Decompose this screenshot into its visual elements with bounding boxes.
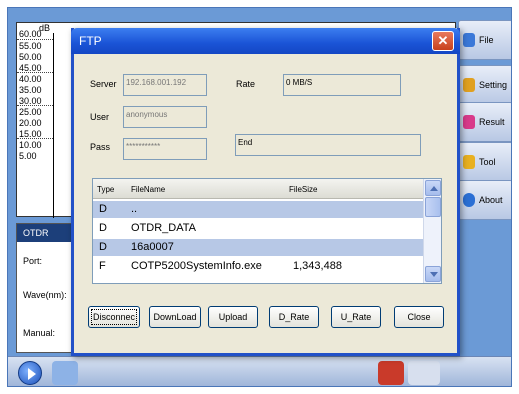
user-label: User: [90, 112, 110, 122]
y-tick-label: 10.00: [19, 140, 42, 150]
ftp-dialog: FTP ✕ Server 192.168.001.192 Rate 0 MB/S…: [71, 28, 460, 356]
row-type: D: [99, 222, 107, 234]
row-filename: COTP5200SystemInfo.exe: [131, 260, 262, 272]
dialog-titlebar[interactable]: FTP ✕: [71, 28, 460, 54]
disconnect-button[interactable]: Disconnec: [88, 306, 140, 328]
server-field[interactable]: 192.168.001.192: [123, 74, 207, 96]
port-label: Port:: [23, 256, 43, 266]
close-button[interactable]: Close: [394, 306, 444, 328]
y-tick-label: 25.00: [19, 107, 42, 117]
rate-label: Rate: [236, 79, 256, 89]
status-field: End: [235, 134, 421, 156]
menu-label: File: [479, 35, 494, 45]
taskbar: [8, 356, 511, 386]
wave-label: Wave(nm):: [23, 290, 67, 300]
file-row[interactable]: D ..: [93, 201, 423, 218]
column-type[interactable]: Type: [97, 185, 114, 194]
y-tick-label: 60.00: [19, 29, 42, 39]
y-axis-line: [53, 33, 54, 218]
scroll-thumb[interactable]: [425, 197, 441, 217]
menu-about-button[interactable]: About: [458, 180, 511, 220]
gridline: [17, 138, 53, 139]
download-button[interactable]: DownLoad: [149, 306, 201, 328]
gridline: [17, 105, 53, 106]
manual-label: Manual:: [23, 328, 56, 338]
row-type: F: [99, 260, 106, 272]
row-type: D: [99, 241, 107, 253]
tool-icon: [463, 155, 475, 169]
file-list[interactable]: Type FileName FileSize D .. D OTDR_DATA …: [92, 178, 442, 284]
menu-setting-button[interactable]: Setting: [458, 65, 511, 105]
y-tick-label: 50.00: [19, 52, 42, 62]
server-label: Server: [90, 79, 117, 89]
scroll-up-icon[interactable]: [425, 180, 441, 196]
start-icon[interactable]: [18, 361, 42, 385]
side-menu: File Setting Result Tool About: [458, 18, 511, 308]
row-filename: ..: [131, 203, 138, 215]
y-tick-label: 55.00: [19, 41, 42, 51]
u-rate-button[interactable]: U_Rate: [331, 306, 381, 328]
gridline: [17, 72, 53, 73]
column-filesize[interactable]: FileSize: [289, 185, 317, 194]
rate-field: 0 MB/S: [283, 74, 401, 96]
scroll-down-icon[interactable]: [425, 266, 441, 282]
y-tick-label: 35.00: [19, 85, 42, 95]
password-field[interactable]: ***********: [123, 138, 207, 160]
user-field[interactable]: anonymous: [123, 106, 207, 128]
d-rate-button[interactable]: D_Rate: [269, 306, 319, 328]
file-row[interactable]: D 16a0007: [93, 239, 423, 256]
menu-label: Tool: [479, 157, 496, 167]
result-icon: [463, 115, 475, 129]
row-filename: 16a0007: [131, 241, 174, 253]
menu-result-button[interactable]: Result: [458, 102, 511, 142]
row-type: D: [99, 203, 107, 215]
delete-icon[interactable]: [378, 361, 404, 385]
row-filesize: 1,343,488: [293, 260, 342, 272]
y-tick-label: 5.00: [19, 151, 37, 161]
file-row[interactable]: F COTP5200SystemInfo.exe 1,343,488: [93, 258, 423, 275]
file-list-scrollbar[interactable]: [423, 179, 441, 283]
menu-label: About: [479, 195, 503, 205]
menu-file-button[interactable]: File: [458, 20, 511, 60]
folder-icon: [463, 33, 475, 47]
menu-tool-button[interactable]: Tool: [458, 142, 511, 182]
file-list-header: Type FileName FileSize: [93, 179, 423, 199]
row-filename: OTDR_DATA: [131, 222, 196, 234]
y-tick-label: 20.00: [19, 118, 42, 128]
y-tick-label: 40.00: [19, 74, 42, 84]
close-icon[interactable]: ✕: [432, 31, 454, 51]
upload-button[interactable]: Upload: [208, 306, 258, 328]
settings-icon: [463, 78, 475, 92]
dialog-title: FTP: [79, 34, 102, 48]
pass-label: Pass: [90, 142, 111, 152]
cursor-icon[interactable]: [52, 361, 78, 385]
file-row[interactable]: D OTDR_DATA: [93, 220, 423, 237]
window-icon[interactable]: [408, 361, 440, 385]
menu-label: Result: [479, 117, 505, 127]
menu-label: Setting: [479, 80, 508, 90]
gridline: [17, 39, 53, 40]
info-icon: [463, 193, 475, 207]
column-filename[interactable]: FileName: [131, 185, 165, 194]
